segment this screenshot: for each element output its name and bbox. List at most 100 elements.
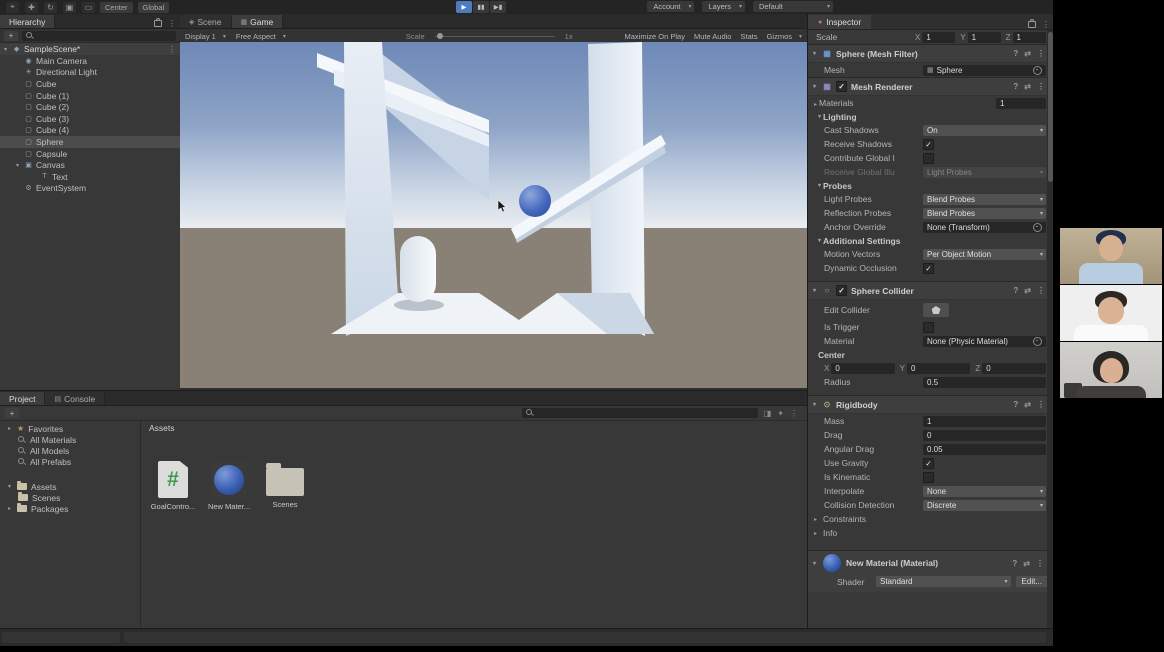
- favorites-all-prefabs[interactable]: All Prefabs: [0, 456, 140, 467]
- center-x-field[interactable]: 0: [831, 363, 894, 374]
- light-probes-dropdown[interactable]: Blend Probes: [923, 194, 1046, 205]
- cast-shadows-dropdown[interactable]: On: [923, 125, 1046, 136]
- preset-icon[interactable]: ⇄: [1023, 559, 1030, 568]
- create-button[interactable]: +: [4, 31, 18, 41]
- component-enabled-checkbox[interactable]: ✓: [836, 285, 847, 296]
- dynamic-occlusion-checkbox[interactable]: ✓: [923, 263, 934, 274]
- tab-hierarchy[interactable]: Hierarchy: [0, 15, 55, 28]
- pause-button[interactable]: ▮▮: [473, 1, 489, 13]
- angular-drag-field[interactable]: 0.05: [923, 444, 1046, 455]
- gizmos-dropdown[interactable]: Gizmos: [767, 32, 802, 41]
- kebab-menu-icon[interactable]: ⋮: [1042, 20, 1050, 29]
- rotate-tool-icon[interactable]: ↻: [44, 2, 57, 13]
- scale-slider[interactable]: [435, 36, 555, 37]
- hierarchy-item-sphere[interactable]: ▢Sphere: [0, 136, 180, 148]
- preset-icon[interactable]: ⇄: [1024, 286, 1031, 295]
- scenes-folder[interactable]: Scenes: [0, 492, 140, 503]
- status-message-area[interactable]: [124, 632, 1046, 643]
- anchor-override-field[interactable]: None (Transform): [923, 222, 1046, 233]
- kebab-menu-icon[interactable]: ⋮: [168, 19, 176, 28]
- center-y-field[interactable]: 0: [907, 363, 970, 374]
- move-tool-icon[interactable]: ✚: [25, 2, 38, 13]
- account-dropdown[interactable]: Account: [647, 1, 694, 12]
- favorites-group[interactable]: ★ Favorites: [0, 423, 140, 434]
- tab-scene[interactable]: ◈ Scene: [180, 15, 232, 28]
- drag-field[interactable]: 0: [923, 430, 1046, 441]
- create-asset-button[interactable]: +: [5, 408, 19, 418]
- stats-button[interactable]: Stats: [740, 32, 757, 41]
- hierarchy-search-input[interactable]: [22, 31, 176, 41]
- lock-icon[interactable]: [154, 20, 162, 27]
- hidden-packages-icon[interactable]: ⋮: [790, 409, 798, 418]
- hierarchy-item-cube-2[interactable]: ▢Cube (2): [0, 101, 180, 113]
- mute-audio-button[interactable]: Mute Audio: [694, 32, 732, 41]
- mesh-filter-header[interactable]: ▦ Sphere (Mesh Filter) ?⇄⋮: [808, 44, 1054, 63]
- project-search-input[interactable]: [522, 408, 758, 418]
- kebab-menu-icon[interactable]: ⋮: [168, 45, 176, 54]
- scene-root-row[interactable]: ◆ SampleScene* ⋮: [0, 43, 180, 55]
- rect-tool-icon[interactable]: ▭: [82, 2, 95, 13]
- materials-foldout[interactable]: Materials: [812, 98, 909, 108]
- use-gravity-checkbox[interactable]: ✓: [923, 458, 934, 469]
- kebab-menu-icon[interactable]: ⋮: [1037, 49, 1045, 58]
- favorites-all-materials[interactable]: All Materials: [0, 434, 140, 445]
- lighting-foldout[interactable]: Lighting: [808, 110, 1054, 123]
- constraints-foldout[interactable]: Constraints: [808, 512, 1054, 526]
- hierarchy-item-text[interactable]: TText: [0, 171, 180, 183]
- play-button[interactable]: ▶: [456, 1, 472, 13]
- hierarchy-item-cube-4[interactable]: ▢Cube (4): [0, 125, 180, 137]
- materials-count-field[interactable]: 1: [996, 98, 1046, 109]
- preset-icon[interactable]: ⇄: [1024, 400, 1031, 409]
- pivot-global-button[interactable]: Global: [138, 2, 170, 13]
- hierarchy-item-cube[interactable]: ▢Cube: [0, 78, 180, 90]
- search-by-type-icon[interactable]: ◨: [764, 409, 772, 418]
- interpolate-dropdown[interactable]: None: [923, 486, 1046, 497]
- tab-console[interactable]: ▤ Console: [45, 392, 105, 405]
- kebab-menu-icon[interactable]: ⋮: [1036, 559, 1044, 568]
- collision-detection-dropdown[interactable]: Discrete: [923, 500, 1046, 511]
- tab-project[interactable]: Project: [0, 392, 45, 405]
- is-kinematic-checkbox[interactable]: [923, 472, 934, 483]
- pan-tool-icon[interactable]: ⌖: [6, 2, 19, 13]
- reflection-probes-dropdown[interactable]: Blend Probes: [923, 208, 1046, 219]
- kebab-menu-icon[interactable]: ⋮: [1037, 82, 1045, 91]
- asset-goalcontroller-script[interactable]: # GoalContro...: [147, 461, 199, 511]
- step-button[interactable]: ▶▮: [490, 1, 506, 13]
- display-dropdown[interactable]: Display 1: [185, 32, 226, 41]
- game-viewport[interactable]: [180, 42, 807, 388]
- packages-root[interactable]: Packages: [0, 503, 140, 514]
- hierarchy-item-canvas[interactable]: ▣Canvas: [0, 159, 180, 171]
- object-picker-icon[interactable]: [1033, 66, 1042, 75]
- kebab-menu-icon[interactable]: ⋮: [1037, 286, 1045, 295]
- is-trigger-checkbox[interactable]: [923, 322, 934, 333]
- preset-icon[interactable]: ⇄: [1024, 49, 1031, 58]
- mesh-renderer-header[interactable]: ▦ ✓ Mesh Renderer ?⇄⋮: [808, 77, 1054, 96]
- aspect-dropdown[interactable]: Free Aspect: [236, 32, 286, 41]
- radius-field[interactable]: 0.5: [923, 377, 1046, 388]
- asset-new-material[interactable]: New Mater...: [203, 462, 255, 511]
- object-picker-icon[interactable]: [1033, 223, 1042, 232]
- hierarchy-item-eventsystem[interactable]: ⚙EventSystem: [0, 183, 180, 195]
- layers-dropdown[interactable]: Layers: [702, 1, 745, 12]
- physic-material-field[interactable]: None (Physic Material): [923, 336, 1046, 347]
- center-z-field[interactable]: 0: [982, 363, 1046, 374]
- edit-collider-button[interactable]: [923, 303, 949, 317]
- help-icon[interactable]: ?: [1013, 49, 1018, 58]
- additional-settings-foldout[interactable]: Additional Settings: [808, 234, 1054, 247]
- motion-vectors-dropdown[interactable]: Per Object Motion: [923, 249, 1046, 260]
- scale-z-field[interactable]: 1: [1013, 32, 1046, 43]
- sphere-collider-header[interactable]: ○ ✓ Sphere Collider ?⇄⋮: [808, 281, 1054, 300]
- preset-icon[interactable]: ⇄: [1024, 82, 1031, 91]
- hierarchy-item-directional-light[interactable]: ☀Directional Light: [0, 67, 180, 79]
- material-header[interactable]: New Material (Material) ?⇄⋮: [813, 554, 1048, 572]
- layout-dropdown[interactable]: Default: [753, 1, 833, 12]
- hierarchy-item-cube-3[interactable]: ▢Cube (3): [0, 113, 180, 125]
- asset-scenes-folder[interactable]: Scenes: [259, 462, 311, 509]
- hierarchy-item-main-camera[interactable]: ◉Main Camera: [0, 55, 180, 67]
- tab-game[interactable]: ▦ Game: [232, 15, 284, 28]
- object-picker-icon[interactable]: [1033, 337, 1042, 346]
- maximize-on-play-button[interactable]: Maximize On Play: [625, 32, 685, 41]
- search-by-label-icon[interactable]: ✦: [777, 409, 784, 418]
- shader-edit-button[interactable]: Edit...: [1016, 576, 1048, 587]
- scale-y-field[interactable]: 1: [968, 32, 1001, 43]
